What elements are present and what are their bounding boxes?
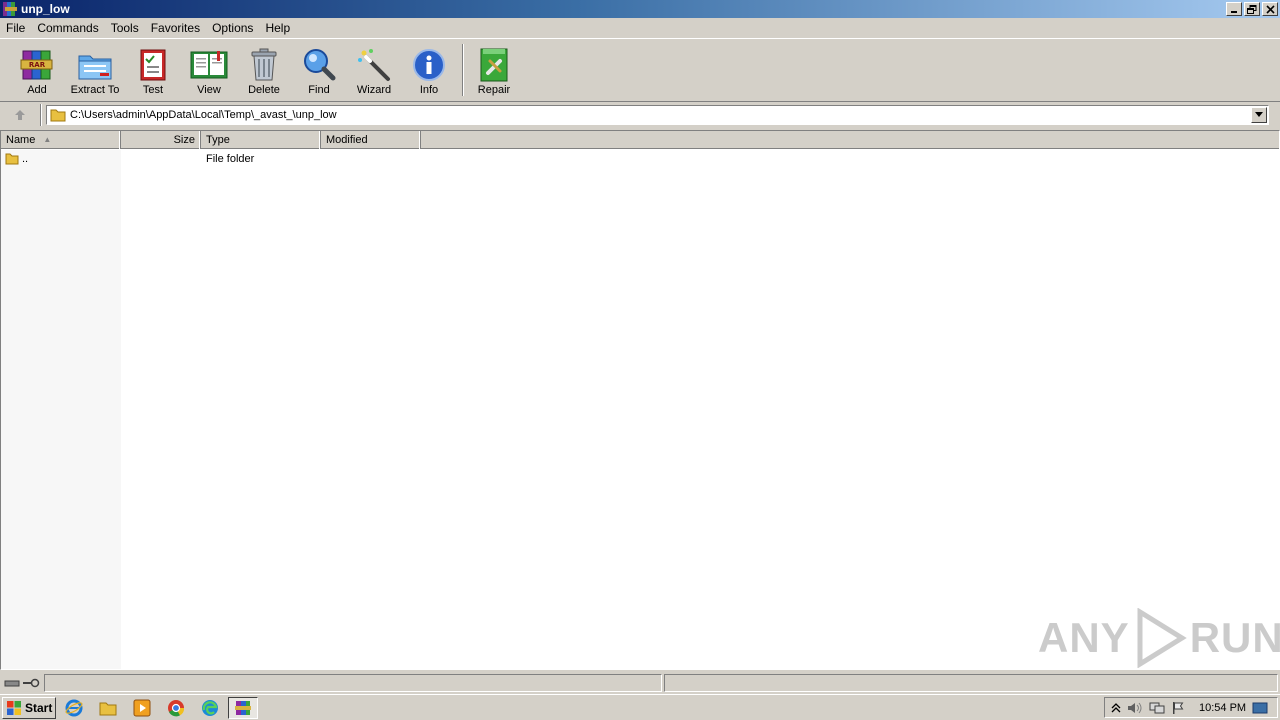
- column-header-type[interactable]: Type: [201, 131, 321, 149]
- windows-logo-icon: [7, 700, 21, 715]
- start-button[interactable]: Start: [2, 696, 56, 719]
- anyrun-watermark: ANY RUN: [1038, 608, 1280, 668]
- repair-button[interactable]: Repair: [470, 39, 518, 99]
- arrow-up-icon: [15, 109, 25, 120]
- delete-button[interactable]: Delete: [236, 39, 292, 99]
- row-type: File folder: [206, 152, 255, 165]
- menu-bar: File Commands Tools Favorites Options He…: [0, 18, 1280, 38]
- file-list-header: Name ▲ Size Type Modified: [1, 131, 1279, 149]
- repair-icon: [474, 46, 514, 84]
- extract-to-label: Extract To: [70, 84, 120, 96]
- title-bar[interactable]: unp_low: [0, 0, 1280, 18]
- file-list[interactable]: Name ▲ Size Type Modified .. File folder: [0, 130, 1280, 670]
- edge-icon[interactable]: [198, 697, 222, 719]
- repair-label: Repair: [477, 84, 511, 96]
- wizard-button[interactable]: Wizard: [346, 39, 402, 99]
- toolbar-separator: [462, 44, 464, 96]
- chevron-down-icon: [1255, 112, 1263, 117]
- address-path[interactable]: C:\Users\admin\AppData\Local\Temp\_avast…: [70, 109, 1251, 121]
- find-button[interactable]: Find: [292, 39, 346, 99]
- network-icon[interactable]: [1149, 701, 1165, 715]
- trash-icon: [244, 46, 284, 84]
- view-label: View: [197, 84, 221, 96]
- table-row[interactable]: .. File folder: [1, 150, 1279, 167]
- magnifier-icon: [299, 46, 339, 84]
- extract-folder-icon: [75, 46, 115, 84]
- up-folder-button[interactable]: [0, 103, 40, 127]
- menu-commands[interactable]: Commands: [31, 18, 104, 38]
- wizard-label: Wizard: [356, 84, 392, 96]
- info-icon: [409, 46, 449, 84]
- menu-options[interactable]: Options: [206, 18, 259, 38]
- magic-wand-icon: [354, 46, 394, 84]
- book-view-icon: [189, 46, 229, 84]
- menu-tools[interactable]: Tools: [105, 18, 145, 38]
- taskbar: Start 10:54 PM: [0, 694, 1280, 720]
- svg-text:RAR: RAR: [29, 61, 46, 69]
- test-button[interactable]: Test: [124, 39, 182, 99]
- taskbar-winrar-button[interactable]: [228, 696, 258, 719]
- find-label: Find: [308, 84, 330, 96]
- column-header-size[interactable]: Size: [121, 131, 201, 149]
- winrar-add-icon: RAR: [17, 46, 57, 84]
- menu-help[interactable]: Help: [259, 18, 296, 38]
- folder-icon: [50, 109, 66, 121]
- action-center-flag-icon[interactable]: [1171, 701, 1185, 715]
- status-pane-left: [44, 674, 662, 692]
- play-logo-icon: [1137, 608, 1187, 668]
- address-separator: [40, 103, 42, 126]
- test-checklist-icon: [133, 46, 173, 84]
- info-label: Info: [419, 84, 439, 96]
- folder-icon: [5, 153, 19, 165]
- drive-icon[interactable]: [4, 678, 20, 688]
- system-tray: 10:54 PM: [1104, 697, 1278, 718]
- add-label: Add: [27, 84, 47, 96]
- winrar-app-icon[interactable]: [2, 1, 18, 17]
- column-header-name[interactable]: Name ▲: [1, 131, 121, 149]
- extract-to-button[interactable]: Extract To: [66, 39, 124, 99]
- address-bar-row: C:\Users\admin\AppData\Local\Temp\_avast…: [0, 101, 1280, 127]
- status-bar: [0, 672, 1280, 694]
- file-explorer-icon[interactable]: [96, 697, 120, 719]
- info-button[interactable]: Info: [402, 39, 456, 99]
- status-pane-right: [664, 674, 1278, 692]
- delete-label: Delete: [248, 84, 280, 96]
- media-player-icon[interactable]: [130, 697, 154, 719]
- window-title: unp_low: [21, 2, 70, 16]
- winrar-app-icon: [235, 700, 251, 715]
- address-dropdown-button[interactable]: [1251, 106, 1267, 123]
- menu-favorites[interactable]: Favorites: [145, 18, 206, 38]
- menu-file[interactable]: File: [0, 18, 31, 38]
- add-button[interactable]: RAR Add: [8, 39, 66, 99]
- key-icon[interactable]: [22, 678, 40, 688]
- tray-expand-icon[interactable]: [1111, 702, 1121, 714]
- restore-button[interactable]: [1244, 2, 1260, 16]
- sort-ascending-icon: ▲: [43, 135, 52, 144]
- address-combobox[interactable]: C:\Users\admin\AppData\Local\Temp\_avast…: [46, 104, 1269, 125]
- toolbar: RAR Add Extract To Test View Delete Find…: [0, 38, 1280, 100]
- close-button[interactable]: [1262, 2, 1278, 16]
- internet-explorer-icon[interactable]: [62, 697, 86, 719]
- chrome-icon[interactable]: [164, 697, 188, 719]
- column-header-modified[interactable]: Modified: [321, 131, 421, 149]
- sorted-column-highlight: [1, 150, 121, 669]
- volume-icon[interactable]: [1127, 701, 1143, 715]
- test-label: Test: [142, 84, 164, 96]
- taskbar-clock[interactable]: 10:54 PM: [1199, 702, 1246, 714]
- row-name: ..: [22, 152, 29, 165]
- show-desktop-icon[interactable]: [1252, 701, 1268, 715]
- minimize-button[interactable]: [1226, 2, 1242, 16]
- view-button[interactable]: View: [182, 39, 236, 99]
